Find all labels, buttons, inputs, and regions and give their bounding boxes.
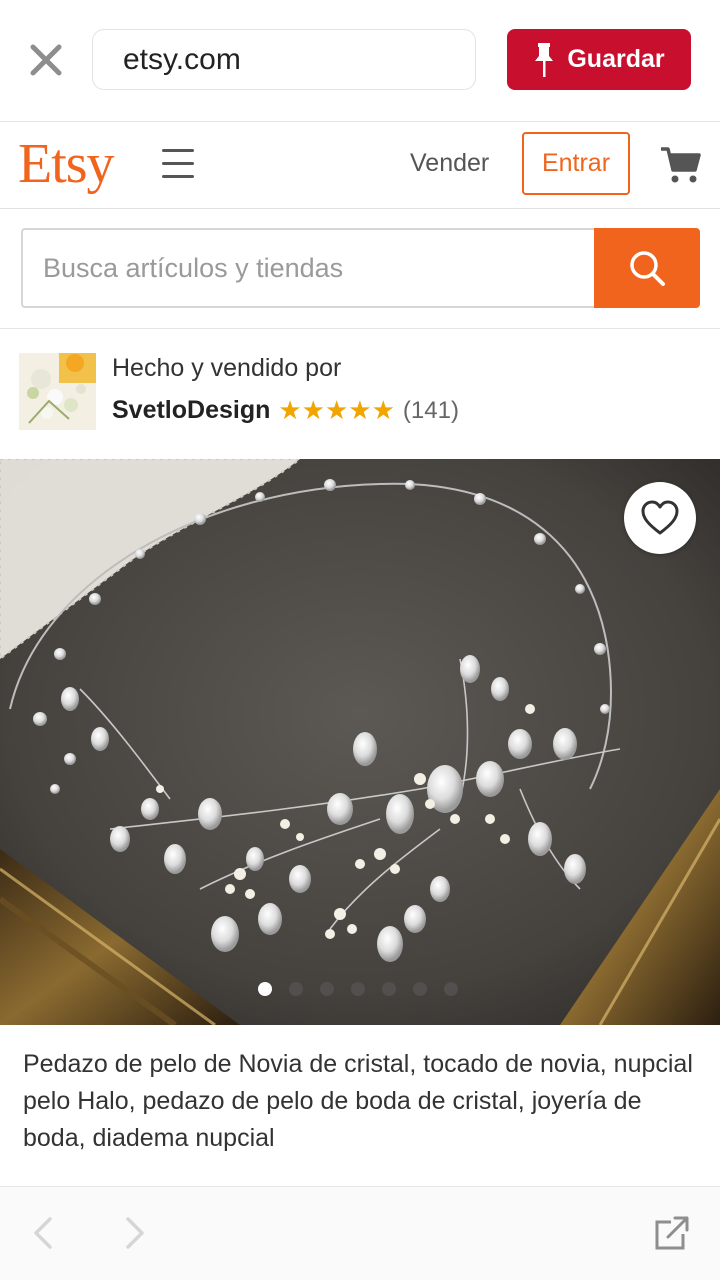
pagination-dot[interactable] (444, 982, 458, 996)
pagination-dot[interactable] (382, 982, 396, 996)
search-icon (630, 251, 665, 286)
pagination-dot[interactable] (289, 982, 303, 996)
image-pagination (258, 982, 458, 996)
seller-info: Hecho y vendido por SvetloDesign ★★★★★ (… (0, 329, 720, 459)
menu-icon[interactable] (162, 149, 194, 181)
chevron-right-icon[interactable] (120, 1215, 150, 1251)
product-title: Pedazo de pelo de Novia de cristal, toca… (23, 1050, 693, 1152)
shop-avatar[interactable] (19, 353, 96, 430)
pin-icon (535, 42, 554, 77)
product-image[interactable] (0, 459, 720, 1025)
chevron-left-icon[interactable] (28, 1215, 58, 1251)
heart-icon (641, 500, 679, 535)
made-by-label: Hecho y vendido por (112, 354, 342, 382)
site-header: Etsy Vender Entrar (0, 122, 720, 209)
close-icon[interactable] (26, 40, 66, 80)
save-button-label: Guardar (567, 45, 665, 73)
search-bar: Busca artículos y tiendas (0, 209, 720, 329)
browser-bottom-bar (0, 1186, 720, 1280)
rating-stars: ★★★★★ (278, 395, 395, 425)
signin-button[interactable]: Entrar (522, 132, 630, 195)
pagination-dot[interactable] (320, 982, 334, 996)
shop-name-link[interactable]: SvetloDesign (112, 396, 270, 425)
cart-icon[interactable] (659, 144, 701, 186)
pagination-dot[interactable] (351, 982, 365, 996)
url-field[interactable]: etsy.com (92, 29, 476, 90)
pagination-dot[interactable] (413, 982, 427, 996)
shop-line: SvetloDesign ★★★★★ (141) (112, 395, 459, 426)
review-count[interactable]: (141) (403, 397, 459, 425)
browser-top-bar: etsy.com Guardar (0, 0, 720, 122)
favorite-button[interactable] (624, 482, 696, 554)
etsy-logo[interactable]: Etsy (18, 132, 115, 196)
search-button[interactable] (594, 228, 700, 308)
pagination-dot[interactable] (258, 982, 272, 996)
sell-link[interactable]: Vender (410, 149, 489, 178)
open-external-icon[interactable] (654, 1215, 690, 1251)
search-input[interactable]: Busca artículos y tiendas (21, 228, 594, 308)
save-button[interactable]: Guardar (507, 29, 691, 90)
